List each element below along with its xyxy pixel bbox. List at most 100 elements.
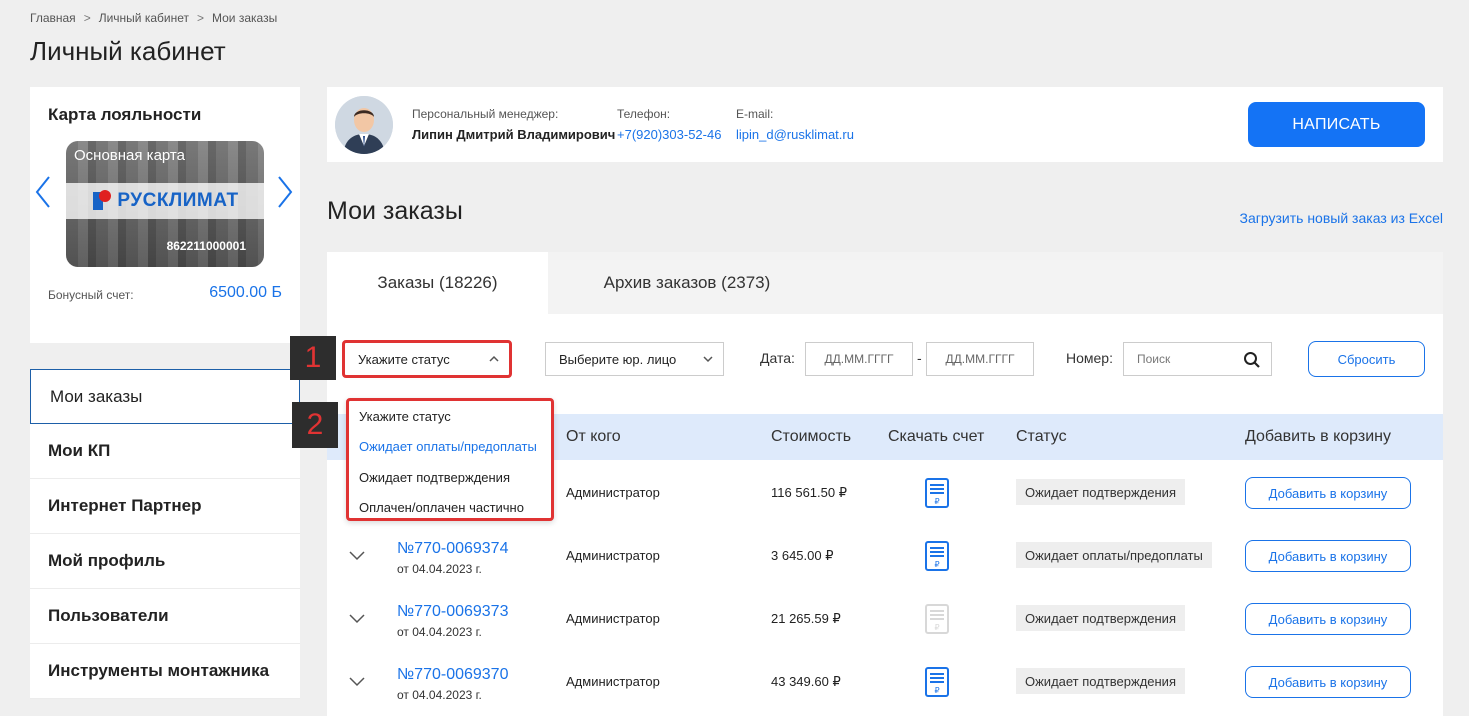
loyalty-title: Карта лояльности: [48, 105, 202, 124]
reset-button[interactable]: Сбросить: [1308, 341, 1425, 377]
chevron-down-icon[interactable]: [349, 614, 365, 624]
search-icon[interactable]: [1243, 351, 1261, 369]
sidebar-item-installer-tools[interactable]: Инструменты монтажника: [30, 644, 300, 699]
order-date: от 04.04.2023 г.: [397, 562, 482, 576]
svg-text:₽: ₽: [934, 623, 939, 632]
chevron-right-icon[interactable]: [276, 175, 294, 209]
row-from: Администратор: [566, 548, 660, 563]
chevron-down-icon: [703, 356, 713, 363]
phone-label: Телефон:: [617, 107, 671, 121]
svg-text:₽: ₽: [934, 686, 939, 695]
order-date: от 04.04.2023 г.: [397, 625, 482, 639]
add-to-cart-button[interactable]: Добавить в корзину: [1245, 477, 1411, 509]
svg-text:₽: ₽: [934, 497, 939, 506]
sidebar-item-users[interactable]: Пользователи: [30, 589, 300, 644]
orders-title: Мои заказы: [327, 197, 463, 225]
breadcrumb-current: Мои заказы: [212, 11, 278, 25]
status-option[interactable]: Ожидает оплаты/предоплаты: [349, 432, 551, 463]
status-select-value: Укажите статус: [358, 351, 450, 367]
add-to-cart-button[interactable]: Добавить в корзину: [1245, 540, 1411, 572]
date-separator: -: [917, 350, 922, 366]
table-row: №770-0069374 от 04.04.2023 г. Администра…: [327, 523, 1443, 586]
status-badge: Ожидает оплаты/предоплаты: [1016, 542, 1212, 568]
table-row: №770-0069370 от 04.04.2023 г. Администра…: [327, 649, 1443, 712]
invoice-download-icon[interactable]: ₽: [925, 667, 949, 697]
step-badge-2: 2: [292, 402, 338, 448]
col-status: Статус: [1016, 428, 1067, 445]
manager-name: Липин Дмитрий Владимирович: [412, 127, 616, 142]
manager-label: Персональный менеджер:: [412, 107, 559, 121]
rusklimat-logo: РУСКЛИМАТ: [66, 183, 264, 219]
phone-link[interactable]: +7(920)303-52-46: [617, 127, 721, 142]
invoice-unavailable-icon: ₽: [925, 604, 949, 634]
date-from-input[interactable]: ДД.ММ.ГГГГ: [805, 342, 913, 376]
status-badge: Ожидает подтверждения: [1016, 605, 1185, 631]
step-badge-1: 1: [290, 336, 336, 380]
sidebar-item-my-kp[interactable]: Мои КП: [30, 424, 300, 479]
upload-excel-link[interactable]: Загрузить новый заказ из Excel: [1240, 210, 1443, 226]
row-from: Администратор: [566, 485, 660, 500]
invoice-download-icon[interactable]: ₽: [925, 541, 949, 571]
loyalty-card-panel: Карта лояльности Основная карта РУСКЛИМА…: [30, 87, 300, 343]
chevron-left-icon[interactable]: [34, 175, 52, 209]
loyalty-card[interactable]: Основная карта РУСКЛИМАТ 862211000001: [66, 141, 264, 267]
logo-text: РУСКЛИМАТ: [117, 190, 239, 211]
row-cost: 3 645.00 ₽: [771, 548, 834, 563]
order-number-link[interactable]: №770-0069374: [397, 540, 508, 558]
status-badge: Ожидает подтверждения: [1016, 668, 1185, 694]
breadcrumb-separator: >: [196, 11, 204, 25]
col-add-to-cart: Добавить в корзину: [1245, 428, 1392, 445]
number-label: Номер:: [1066, 350, 1113, 366]
card-number: 862211000001: [166, 239, 246, 253]
logo-mark-icon: [91, 190, 113, 212]
breadcrumb-cabinet[interactable]: Личный кабинет: [99, 11, 189, 25]
chevron-down-icon[interactable]: [349, 677, 365, 687]
date-to-input[interactable]: ДД.ММ.ГГГГ: [926, 342, 1034, 376]
breadcrumb-home[interactable]: Главная: [30, 11, 76, 25]
breadcrumb-separator: >: [83, 11, 91, 25]
avatar: [335, 96, 393, 154]
order-number-link[interactable]: №770-0069370: [397, 666, 508, 684]
status-option[interactable]: Ожидает подтверждения: [349, 462, 551, 493]
entity-select[interactable]: Выберите юр. лицо: [545, 342, 724, 376]
tab-orders[interactable]: Заказы (18226): [327, 252, 548, 314]
search-placeholder: Поиск: [1137, 352, 1171, 366]
order-number-link[interactable]: №770-0069373: [397, 603, 508, 621]
search-input[interactable]: Поиск: [1123, 342, 1272, 376]
sidebar-item-my-orders[interactable]: Мои заказы: [30, 369, 300, 424]
col-cost: Стоимость: [771, 428, 852, 445]
invoice-download-icon[interactable]: ₽: [925, 478, 949, 508]
entity-select-value: Выберите юр. лицо: [559, 351, 677, 367]
status-badge: Ожидает подтверждения: [1016, 479, 1185, 505]
row-cost: 43 349.60 ₽: [771, 674, 841, 689]
status-dropdown: Укажите статус Ожидает оплаты/предоплаты…: [346, 398, 554, 521]
date-label: Дата:: [760, 350, 795, 366]
bonus-label: Бонусный счет:: [48, 288, 134, 302]
sidebar-item-my-profile[interactable]: Мой профиль: [30, 534, 300, 589]
order-date: от 04.04.2023 г.: [397, 688, 482, 702]
sidebar-item-internet-partner[interactable]: Интернет Партнер: [30, 479, 300, 534]
write-button[interactable]: НАПИСАТЬ: [1248, 102, 1425, 147]
add-to-cart-button[interactable]: Добавить в корзину: [1245, 603, 1411, 635]
svg-text:₽: ₽: [934, 560, 939, 569]
add-to-cart-button[interactable]: Добавить в корзину: [1245, 666, 1411, 698]
tab-archive[interactable]: Архив заказов (2373): [548, 252, 826, 314]
breadcrumb: Главная > Личный кабинет > Мои заказы: [30, 11, 277, 25]
bonus-value: 6500.00 Б: [209, 284, 282, 301]
chevron-down-icon[interactable]: [349, 551, 365, 561]
page-title: Личный кабинет: [30, 36, 226, 66]
table-row: №770-0069373 от 04.04.2023 г. Администра…: [327, 586, 1443, 649]
row-from: Администратор: [566, 611, 660, 626]
col-from: От кого: [566, 428, 621, 445]
orders-tabs: Заказы (18226) Архив заказов (2373): [327, 252, 1443, 314]
status-option[interactable]: Оплачен/оплачен частично: [349, 493, 551, 524]
chevron-up-icon: [489, 355, 499, 362]
email-link[interactable]: lipin_d@rusklimat.ru: [736, 127, 854, 142]
row-from: Администратор: [566, 674, 660, 689]
row-cost: 116 561.50 ₽: [771, 485, 847, 500]
manager-panel: Персональный менеджер: Липин Дмитрий Вла…: [327, 87, 1443, 162]
email-label: E-mail:: [736, 107, 774, 121]
status-option[interactable]: Укажите статус: [349, 401, 551, 432]
status-select[interactable]: Укажите статус: [342, 340, 512, 378]
row-cost: 21 265.59 ₽: [771, 611, 841, 626]
